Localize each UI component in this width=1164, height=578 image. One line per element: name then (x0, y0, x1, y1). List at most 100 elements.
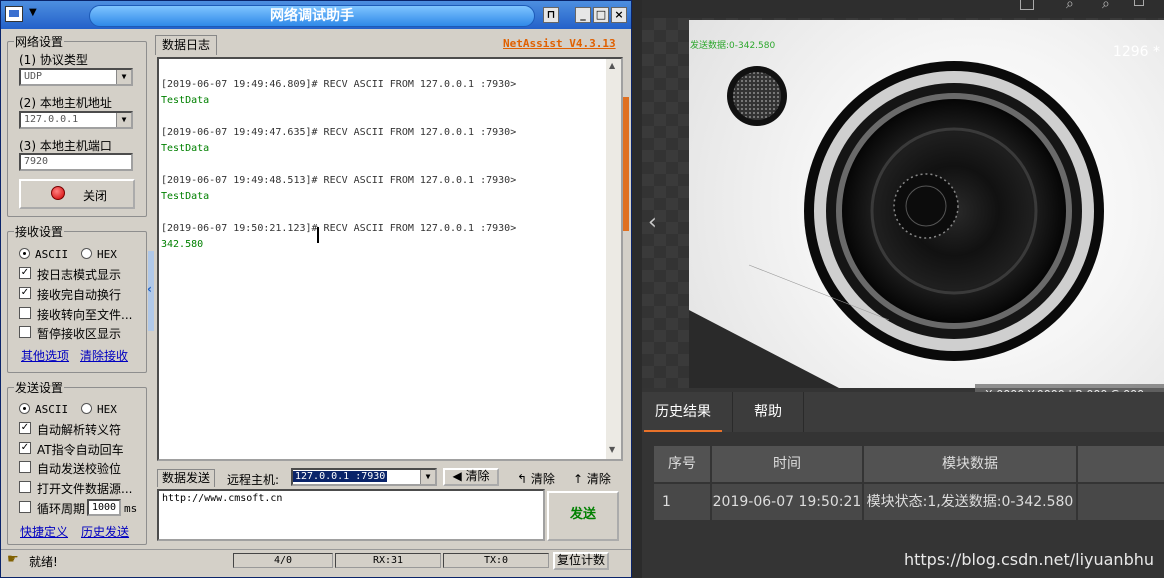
zoom-in-icon[interactable]: ⌕ (1066, 0, 1074, 12)
cycle-period-input[interactable]: 1000 (87, 499, 121, 516)
table-header: 模块数据 (864, 446, 1076, 482)
activity-indicator (623, 97, 629, 231)
arrow-left-icon: ◀ (452, 469, 462, 483)
receive-option-checkbox[interactable]: ✓ (19, 267, 31, 279)
scroll-up-icon[interactable]: ▲ (609, 61, 615, 70)
log-entry-data: TestData (161, 95, 210, 106)
log-entry-data: TestData (161, 143, 210, 154)
shortcut-define-link[interactable]: 快捷定义 (20, 523, 68, 540)
system-menu-chevron-icon[interactable]: ▼ (29, 7, 37, 18)
maximize-button[interactable]: □ (593, 7, 609, 23)
tab-data-send[interactable]: 数据发送 (157, 469, 215, 487)
remote-host-label: 远程主机: (227, 473, 280, 487)
status-rx: RX:31 (335, 553, 441, 568)
image-frame[interactable]: 发送数据:0-342.580 1296 * ‹ X:0000 Y:0000 | … (642, 18, 1164, 406)
log-entry-header: [2019-06-07 19:49:47.635]# RECV ASCII FR… (161, 127, 517, 138)
send-option-label: 打开文件数据源... (37, 482, 133, 496)
receive-settings-legend: 接收设置 (15, 225, 64, 239)
zoom-out-icon[interactable]: ⌕ (1102, 0, 1110, 12)
lens-photo-graphic (689, 61, 1104, 388)
host-value: 127.0.0.1 (24, 114, 79, 125)
tab-help[interactable]: 帮助 (732, 392, 804, 432)
clear-button-3[interactable]: ↑ 清除 (573, 470, 611, 487)
clear-send-button[interactable]: ◀ 清除 (443, 468, 499, 486)
cycle-checkbox[interactable] (19, 501, 31, 513)
receive-option-label: 暂停接收区显示 (37, 327, 122, 341)
fit-icon[interactable] (1020, 0, 1034, 10)
app-icon[interactable] (5, 6, 23, 22)
send-settings-legend: 发送设置 (15, 381, 64, 395)
send-option-checkbox[interactable] (19, 461, 31, 473)
host-select[interactable]: 127.0.0.1 ▼ (19, 111, 133, 129)
chevron-down-icon[interactable]: ▼ (420, 470, 435, 484)
close-window-button[interactable]: × (611, 7, 627, 23)
clear-receive-link[interactable]: 清除接收 (80, 347, 128, 364)
remote-host-select[interactable]: 127.0.0.1 :7930 ▼ (291, 468, 437, 486)
receive-log-pane[interactable]: [2019-06-07 19:49:46.809]# RECV ASCII FR… (157, 57, 623, 461)
brand-link[interactable]: NetAssist V4.3.13 (503, 37, 616, 50)
status-count: 4/0 (233, 553, 333, 568)
log-entry-header: [2019-06-07 19:49:48.513]# RECV ASCII FR… (161, 175, 517, 186)
table-cell-data[interactable]: 模块状态:1,发送数据:0-342.580 (864, 484, 1076, 520)
table-cell-index[interactable]: 1 (654, 484, 710, 520)
scroll-down-icon[interactable]: ▼ (609, 445, 615, 454)
cycle-unit: ms (124, 502, 138, 515)
port-input[interactable]: 7920 (19, 153, 133, 171)
table-cell-time[interactable]: 2019-06-07 19:50:21 (712, 484, 862, 520)
protocol-select[interactable]: UDP ▼ (19, 68, 133, 86)
log-entry-header: [2019-06-07 19:49:46.809]# RECV ASCII FR… (161, 79, 517, 90)
send-button[interactable]: 发送 (547, 491, 619, 541)
reset-count-button[interactable]: 复位计数 (553, 552, 609, 570)
protocol-value: UDP (24, 71, 43, 82)
window-title: 网络调试助手 (89, 5, 535, 27)
send-option-label: 自动解析转义符 (37, 423, 122, 437)
receive-hex-radio[interactable] (81, 248, 92, 259)
pin-icon[interactable]: ⊓ (543, 7, 559, 23)
send-hex-radio[interactable] (81, 403, 92, 414)
receive-option-checkbox[interactable] (19, 307, 31, 319)
chevron-down-icon[interactable]: ▼ (116, 113, 131, 127)
network-settings-legend: 网络设置 (15, 35, 64, 49)
title-bar[interactable]: ▼ 网络调试助手 ⊓ _ □ × (1, 1, 631, 29)
chevron-down-icon[interactable]: ▼ (116, 70, 131, 84)
minimize-button[interactable]: _ (575, 7, 591, 23)
close-connection-button[interactable]: 关闭 (19, 179, 135, 209)
netassist-window: ▼ 网络调试助手 ⊓ _ □ × 网络设置 (1) 协议类型 UDP ▼ (2)… (0, 0, 632, 578)
status-bar: ☛ 就绪! 4/0 RX:31 TX:0 复位计数 (1, 549, 631, 571)
remote-host-value: 127.0.0.1 :7930 (293, 471, 388, 482)
table-header: 时间 (712, 446, 862, 482)
receive-option-checkbox[interactable] (19, 326, 31, 338)
port-label: (3) 本地主机端口 (19, 139, 112, 153)
status-led-icon (51, 186, 65, 200)
send-option-checkbox[interactable]: ✓ (19, 442, 31, 454)
undo-arrow-icon: ↰ (517, 472, 528, 486)
result-tabs: 历史结果 帮助 (642, 392, 1164, 432)
send-text-input[interactable]: http://www.cmsoft.cn (157, 489, 545, 541)
image-count: 1296 * (1112, 44, 1160, 60)
clear-button-2[interactable]: ↰ 清除 (517, 470, 555, 487)
send-option-checkbox[interactable] (19, 481, 31, 493)
tab-history-results[interactable]: 历史结果 (644, 392, 722, 432)
clear-label-3: 清除 (586, 472, 611, 486)
protocol-label: (1) 协议类型 (19, 53, 88, 67)
send-ascii-radio[interactable] (19, 403, 30, 414)
receive-hex-label: HEX (97, 248, 117, 261)
clear-label-2: 清除 (530, 472, 555, 486)
send-hex-label: HEX (97, 403, 117, 416)
cycle-label: 循环周期 (37, 502, 86, 516)
history-send-link[interactable]: 历史发送 (81, 523, 129, 540)
log-scrollbar[interactable]: ▲ ▼ (606, 59, 621, 459)
table-cell-empty[interactable] (1078, 484, 1164, 520)
more-icon[interactable] (1134, 0, 1144, 6)
status-tx: TX:0 (443, 553, 549, 568)
up-arrow-icon: ↑ (573, 472, 584, 486)
receive-more-options-link[interactable]: 其他选项 (21, 347, 69, 364)
receive-ascii-radio[interactable] (19, 248, 30, 259)
collapse-chevron-left-icon[interactable]: ‹ (147, 282, 152, 296)
send-ascii-label: ASCII (35, 403, 69, 416)
tab-data-log[interactable]: 数据日志 (155, 35, 217, 55)
prev-image-chevron-icon[interactable]: ‹ (648, 210, 657, 235)
close-connection-label: 关闭 (83, 189, 108, 203)
send-option-checkbox[interactable]: ✓ (19, 422, 31, 434)
receive-option-checkbox[interactable]: ✓ (19, 287, 31, 299)
